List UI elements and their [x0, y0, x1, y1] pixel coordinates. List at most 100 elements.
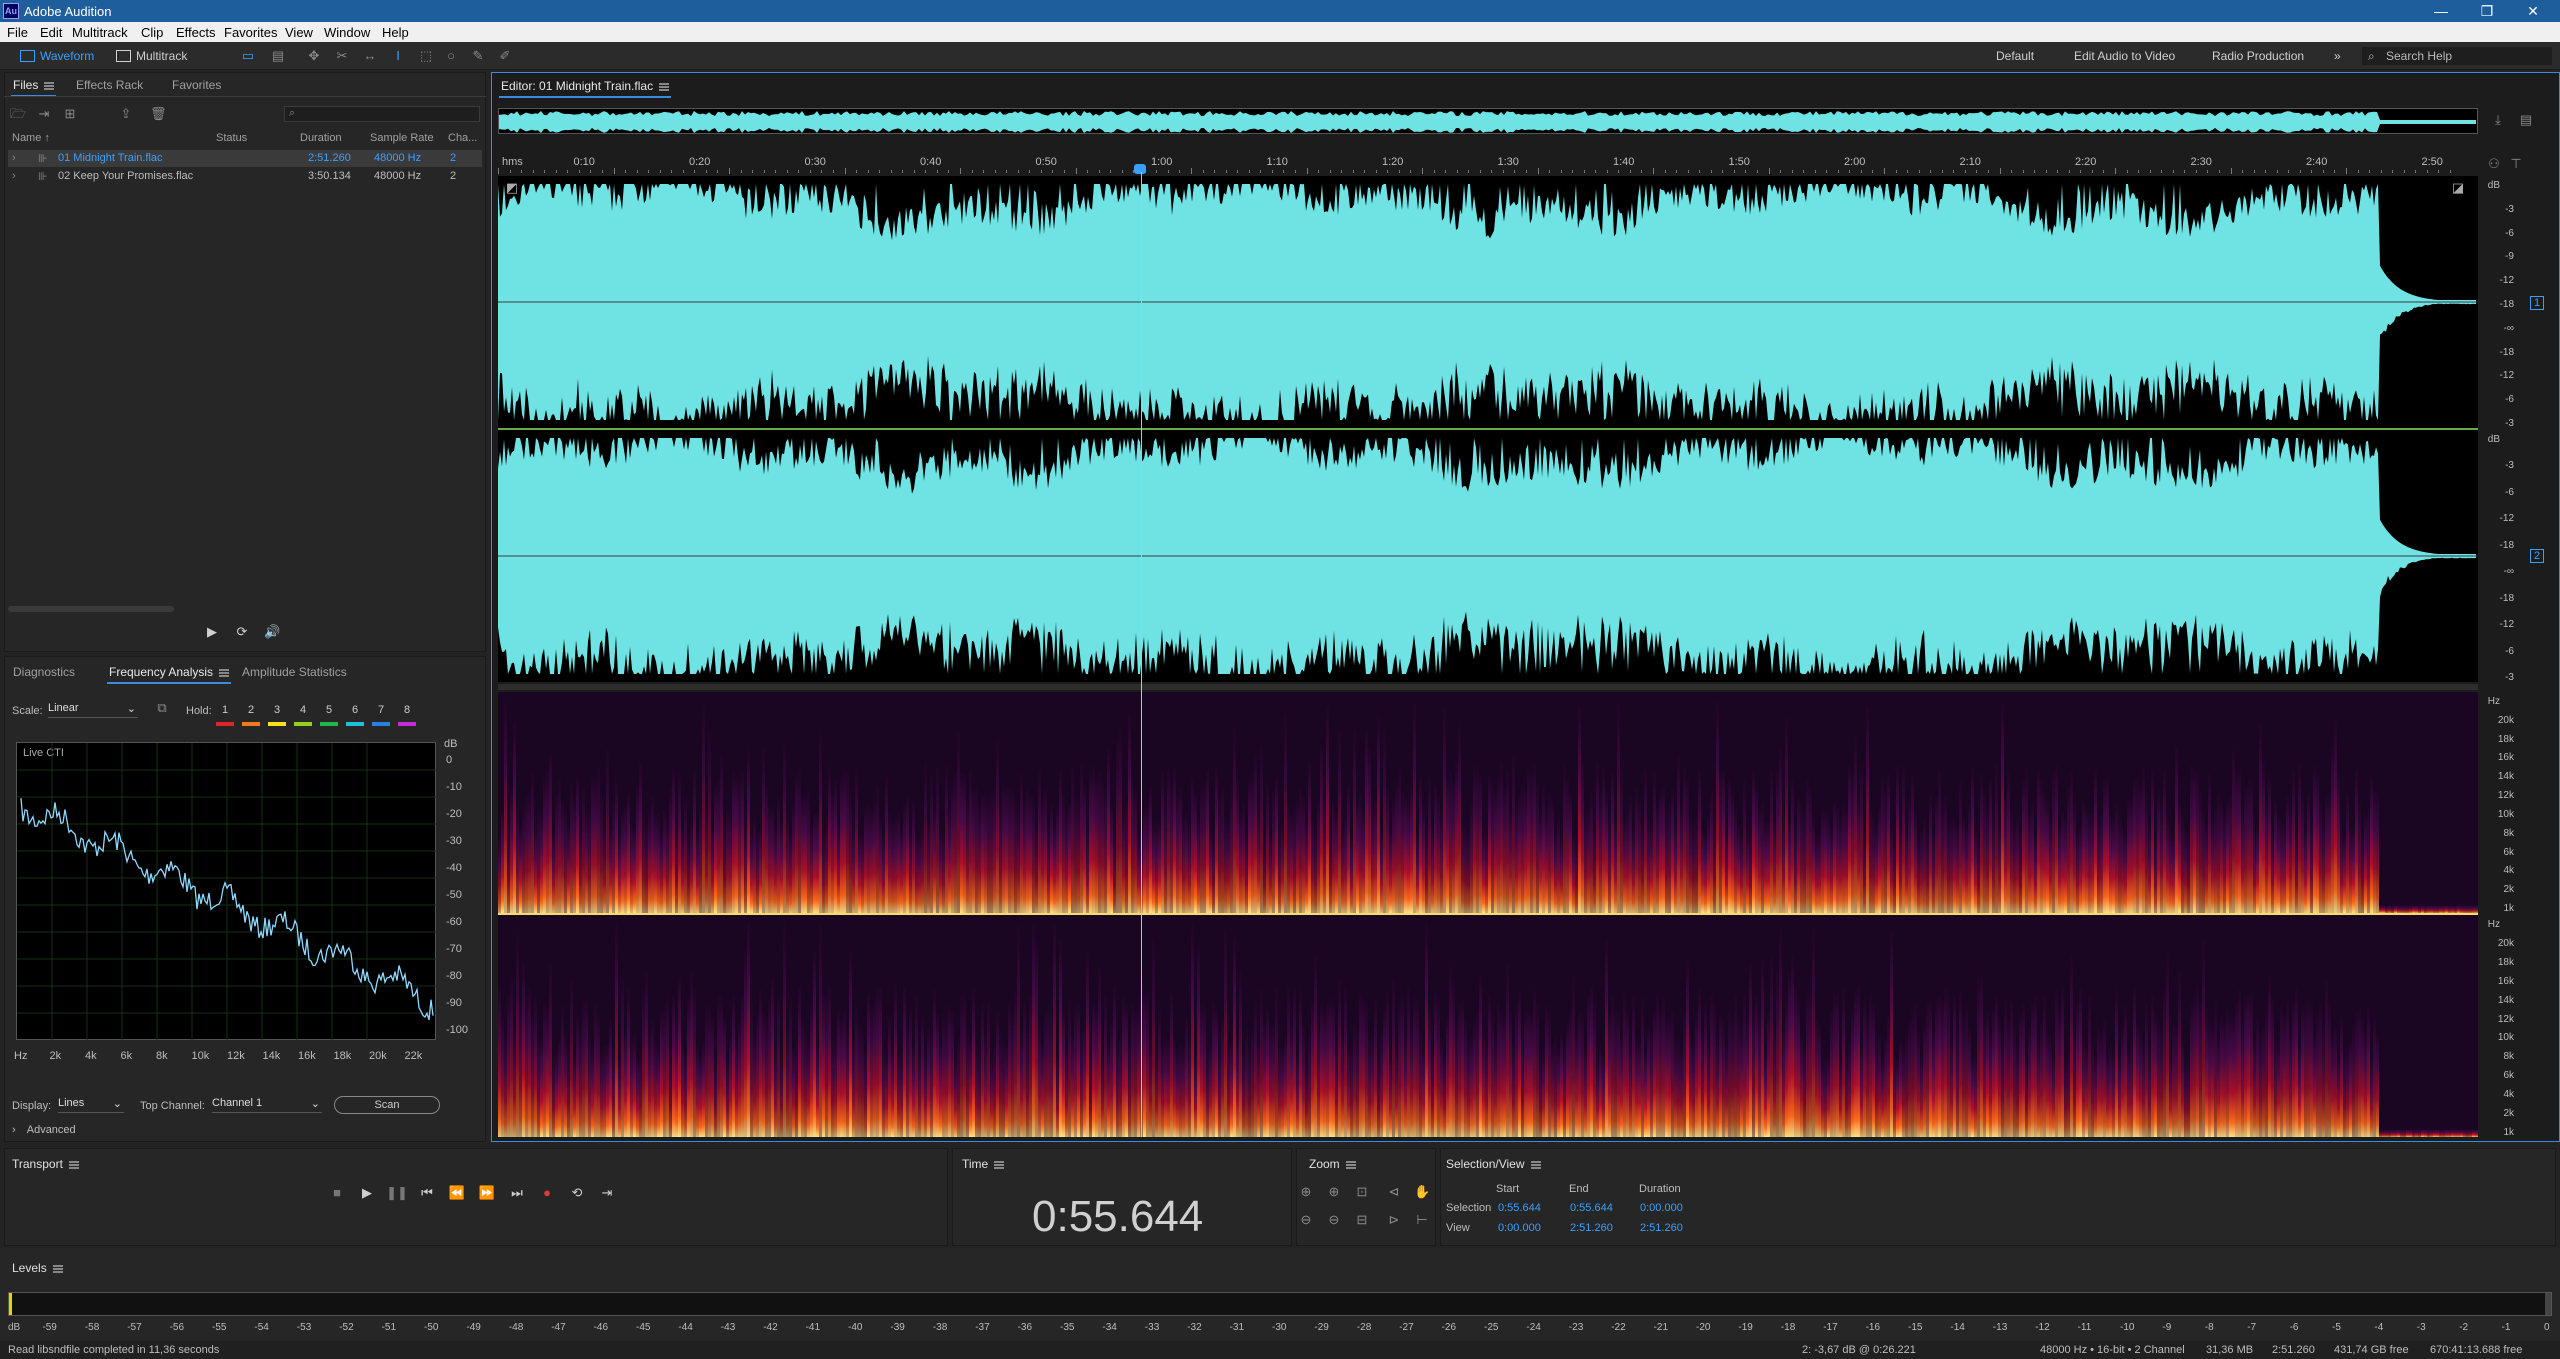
open-file-icon[interactable]: 🗁 [10, 106, 26, 122]
tab-files[interactable]: Files [10, 78, 57, 97]
hold-button-7[interactable]: 7 [378, 704, 384, 716]
hold-button-1[interactable]: 1 [222, 704, 228, 716]
playhead-cursor[interactable] [1141, 172, 1142, 1137]
minimize-icon[interactable]: — [2418, 0, 2464, 22]
razor-tool-icon[interactable]: ✂ [334, 48, 350, 64]
menu-favorites[interactable]: Favorites [224, 25, 277, 40]
workspace-edit-audio-to-video[interactable]: Edit Audio to Video [2074, 49, 2175, 63]
menu-window[interactable]: Window [324, 25, 370, 40]
pitch-display-icon[interactable]: ▤ [270, 48, 286, 64]
menu-edit[interactable]: Edit [40, 25, 62, 40]
slip-tool-icon[interactable]: ↔ [362, 48, 378, 64]
overview-navigator[interactable] [498, 108, 2478, 134]
editor-tab[interactable]: Editor: 01 Midnight Train.flac [498, 79, 672, 98]
display-dropdown[interactable]: Lines ⌄ [58, 1097, 124, 1113]
waveform-channel-2[interactable] [498, 430, 2478, 682]
column-duration[interactable]: Duration [300, 132, 342, 144]
scale-dropdown[interactable]: Linear ⌄ [48, 702, 138, 718]
skip-selection-icon[interactable]: ⇥ [596, 1184, 618, 1202]
file-row-midnight-train[interactable]: › ⊪ 01 Midnight Train.flac 2:51.260 4800… [8, 150, 482, 167]
workspace-radio-production[interactable]: Radio Production [2212, 49, 2304, 63]
selection-duration-field[interactable]: 0:00.000 [1640, 1202, 1683, 1214]
fast-forward-icon[interactable]: ⏩ [476, 1184, 498, 1202]
view-start-field[interactable]: 0:00.000 [1498, 1222, 1541, 1234]
tab-favorites[interactable]: Favorites [172, 78, 221, 92]
zoom-to-right-icon[interactable]: ⊳ [1386, 1212, 1402, 1228]
channel-1-badge[interactable]: 1 [2530, 296, 2545, 310]
advanced-toggle[interactable]: › Advanced [12, 1124, 76, 1136]
expand-chevron-icon[interactable]: › [12, 152, 16, 164]
time-selection-tool-icon[interactable]: I [390, 48, 406, 64]
restore-icon[interactable]: ❐ [2464, 0, 2510, 22]
view-duration-field[interactable]: 2:51.260 [1640, 1222, 1683, 1234]
waveform-channel-1[interactable] [498, 176, 2478, 428]
goto-end-icon[interactable]: ⏭ [506, 1184, 528, 1202]
files-search-input[interactable]: ⌕ [284, 106, 480, 122]
pause-icon[interactable]: ❚❚ [386, 1184, 408, 1202]
tab-frequency-analysis[interactable]: Frequency Analysis [106, 665, 232, 684]
auto-play-icon[interactable]: 🔊 [264, 624, 280, 640]
zoom-in-time-icon[interactable]: ⊕ [1326, 1184, 1342, 1200]
expand-chevron-icon[interactable]: › [12, 170, 16, 182]
zoom-to-left-icon[interactable]: ⊲ [1386, 1184, 1402, 1200]
overview-menu-icon[interactable]: ▤ [2518, 112, 2534, 128]
selection-end-field[interactable]: 0:55.644 [1570, 1202, 1613, 1214]
goto-start-icon[interactable]: ⏮ [416, 1184, 438, 1202]
pin-icon[interactable]: ⊤ [2508, 156, 2524, 172]
time-ruler[interactable]: hms 0:10 0:20 0:30 0:40 0:50 1:00 1:10 1:20 1:30 1… [498, 152, 2478, 174]
selection-start-field[interactable]: 0:55.644 [1498, 1202, 1541, 1214]
column-status[interactable]: Status [216, 132, 247, 144]
spectral-channel-1[interactable] [498, 692, 2478, 913]
channel-map-icon[interactable]: ⚇ [2486, 156, 2502, 172]
channel-2-badge[interactable]: 2 [2530, 549, 2545, 563]
loop-icon[interactable]: ⟲ [566, 1184, 588, 1202]
tab-amplitude-statistics[interactable]: Amplitude Statistics [242, 665, 347, 679]
stop-icon[interactable]: ■ [326, 1184, 348, 1202]
loop-preview-icon[interactable]: ⟳ [234, 624, 250, 640]
play-icon[interactable]: ▶ [356, 1184, 378, 1202]
menu-file[interactable]: File [7, 25, 28, 40]
close-icon[interactable]: ✕ [2510, 0, 2556, 22]
hold-button-5[interactable]: 5 [326, 704, 332, 716]
hold-button-4[interactable]: 4 [300, 704, 306, 716]
new-file-icon[interactable]: ⊞ [62, 106, 78, 122]
move-tool-icon[interactable]: ✥ [306, 48, 322, 64]
zoom-selection-icon[interactable]: ⊡ [1354, 1184, 1370, 1200]
waveform-spectral-divider[interactable] [498, 684, 2478, 690]
zoom-out-full-icon[interactable]: ⊟ [1354, 1212, 1370, 1228]
column-sample-rate[interactable]: Sample Rate [370, 132, 434, 144]
marquee-tool-icon[interactable]: ⬚ [418, 48, 434, 64]
rewind-icon[interactable]: ⏪ [446, 1184, 468, 1202]
menu-view[interactable]: View [285, 25, 313, 40]
spectral-display-icon[interactable]: ▭ [240, 48, 256, 64]
lasso-tool-icon[interactable]: ○ [443, 48, 459, 64]
insert-into-multitrack-icon[interactable]: ⇪ [118, 106, 134, 122]
hold-button-8[interactable]: 8 [404, 704, 410, 716]
tab-effects-rack[interactable]: Effects Rack [76, 78, 143, 92]
multitrack-mode-button[interactable]: Multitrack [112, 47, 187, 65]
hold-button-3[interactable]: 3 [274, 704, 280, 716]
more-workspaces-icon[interactable]: » [2334, 49, 2341, 63]
scan-button[interactable]: Scan [334, 1096, 440, 1114]
menu-multitrack[interactable]: Multitrack [72, 25, 128, 40]
hold-button-2[interactable]: 2 [248, 704, 254, 716]
zoom-out-time-icon[interactable]: ⊖ [1326, 1212, 1342, 1228]
column-channels[interactable]: Cha... [448, 132, 477, 144]
column-name[interactable]: Name ↑ [12, 132, 50, 144]
zoom-out-amplitude-icon[interactable]: ⊖ [1298, 1212, 1314, 1228]
playhead-marker-icon[interactable] [1134, 164, 1146, 174]
zoom-hand-icon[interactable]: ✋ [1414, 1184, 1430, 1200]
menu-help[interactable]: Help [382, 25, 409, 40]
menu-clip[interactable]: Clip [141, 25, 163, 40]
search-help-input[interactable]: ⌕ Search Help [2362, 47, 2552, 65]
tab-diagnostics[interactable]: Diagnostics [13, 665, 75, 679]
snapshot-icon[interactable]: ⧉ [154, 700, 170, 716]
hold-button-6[interactable]: 6 [352, 704, 358, 716]
workspace-default[interactable]: Default [1996, 49, 2034, 63]
current-time-display[interactable]: 0:55.644 [1032, 1192, 1203, 1242]
spectral-channel-2[interactable] [498, 915, 2478, 1137]
view-end-field[interactable]: 2:51.260 [1570, 1222, 1613, 1234]
zoom-in-point-icon[interactable]: ⊢ [1414, 1212, 1430, 1228]
clip-indicator[interactable] [2545, 1293, 2551, 1315]
play-preview-icon[interactable]: ▶ [204, 624, 220, 640]
